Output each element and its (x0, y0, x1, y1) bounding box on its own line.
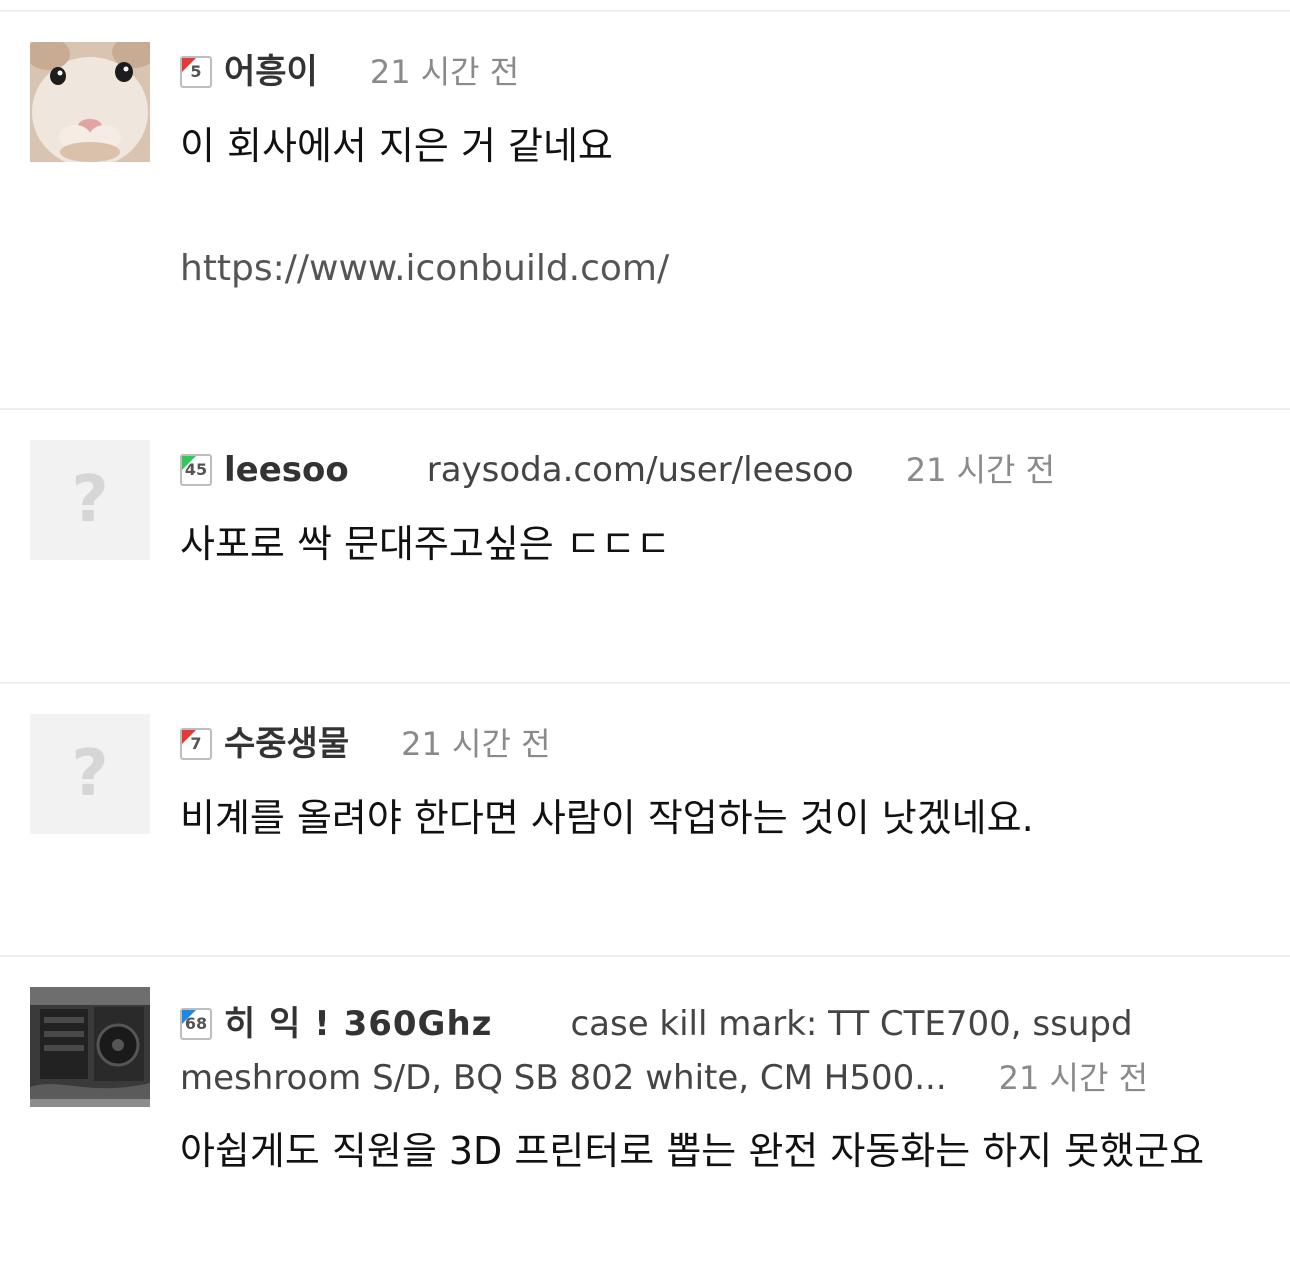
timestamp: 21 시간 전 (369, 53, 520, 91)
comment-meta: 45 leesoo raysoda.com/user/leesoo 21 시간 … (180, 450, 1250, 490)
level-number: 45 (184, 460, 208, 479)
author-site[interactable]: raysoda.com/user/leesoo (427, 450, 854, 490)
level-badge: 68 (180, 1008, 212, 1040)
comment-body: 45 leesoo raysoda.com/user/leesoo 21 시간 … (180, 450, 1250, 568)
author-name[interactable]: 히 익 ! 360Ghz (224, 997, 492, 1051)
comment-meta: 7 수중생물 21 시간 전 (180, 724, 1250, 764)
comment-item: 68 히 익 ! 360Ghz case kill mark: TT CTE70… (0, 957, 1290, 1266)
author-name[interactable]: leesoo (224, 450, 349, 490)
author-name[interactable]: 수중생물 (224, 724, 349, 764)
author-site[interactable]: case kill mark: TT CTE700, ssupd (570, 997, 1132, 1051)
question-mark-icon: ? (71, 463, 109, 537)
pc-case-avatar-image (30, 987, 150, 1107)
level-number: 5 (190, 62, 202, 81)
timestamp: 21 시간 전 (401, 725, 551, 763)
comment-item: ? 45 leesoo raysoda.com/user/leesoo 21 시… (0, 410, 1290, 684)
avatar[interactable]: ? (30, 440, 150, 560)
hamster-avatar-image (30, 42, 150, 162)
level-number: 68 (184, 1014, 208, 1033)
comment-body: 7 수중생물 21 시간 전 비계를 올려야 한다면 사람이 작업하는 것이 낫… (180, 724, 1250, 842)
level-badge: 5 (180, 56, 212, 88)
level-number: 7 (190, 734, 202, 753)
comment-text: 비계를 올려야 한다면 사람이 작업하는 것이 낫겠네요. (180, 796, 1034, 840)
comment-item: 5 어흥이 21 시간 전 이 회사에서 지은 거 같네요 https://ww… (0, 12, 1290, 410)
level-badge: 7 (180, 728, 212, 760)
comment-text: 아쉽게도 직원을 3D 프린터로 뽑는 완전 자동화는 하지 못했군요 (180, 1129, 1205, 1173)
avatar[interactable]: ? (30, 714, 150, 834)
comment-body: 68 히 익 ! 360Ghz case kill mark: TT CTE70… (180, 997, 1250, 1175)
top-divider (0, 0, 1290, 12)
author-site-continued[interactable]: meshroom S/D, BQ SB 802 white, CM H500..… (180, 1051, 947, 1105)
avatar[interactable] (30, 987, 150, 1107)
author-name[interactable]: 어흥이 (224, 52, 318, 92)
comment-item: ? 7 수중생물 21 시간 전 비계를 올려야 한다면 사람이 작업하는 것이… (0, 684, 1290, 957)
comment-body: 5 어흥이 21 시간 전 이 회사에서 지은 거 같네요 https://ww… (180, 52, 1250, 289)
comment-text: 이 회사에서 지은 거 같네요 (180, 124, 613, 168)
comment-link[interactable]: https://www.iconbuild.com/ (180, 248, 1250, 289)
timestamp: 21 시간 전 (905, 451, 1056, 489)
timestamp: 21 시간 전 (998, 1059, 1149, 1097)
question-mark-icon: ? (71, 737, 109, 811)
comment-meta: 68 히 익 ! 360Ghz case kill mark: TT CTE70… (180, 997, 1250, 1105)
comment-meta: 5 어흥이 21 시간 전 (180, 52, 1250, 92)
comment-text: 사포로 싹 문대주고싶은 ㄷㄷㄷ (180, 522, 671, 566)
avatar[interactable] (30, 42, 150, 162)
level-badge: 45 (180, 454, 212, 486)
